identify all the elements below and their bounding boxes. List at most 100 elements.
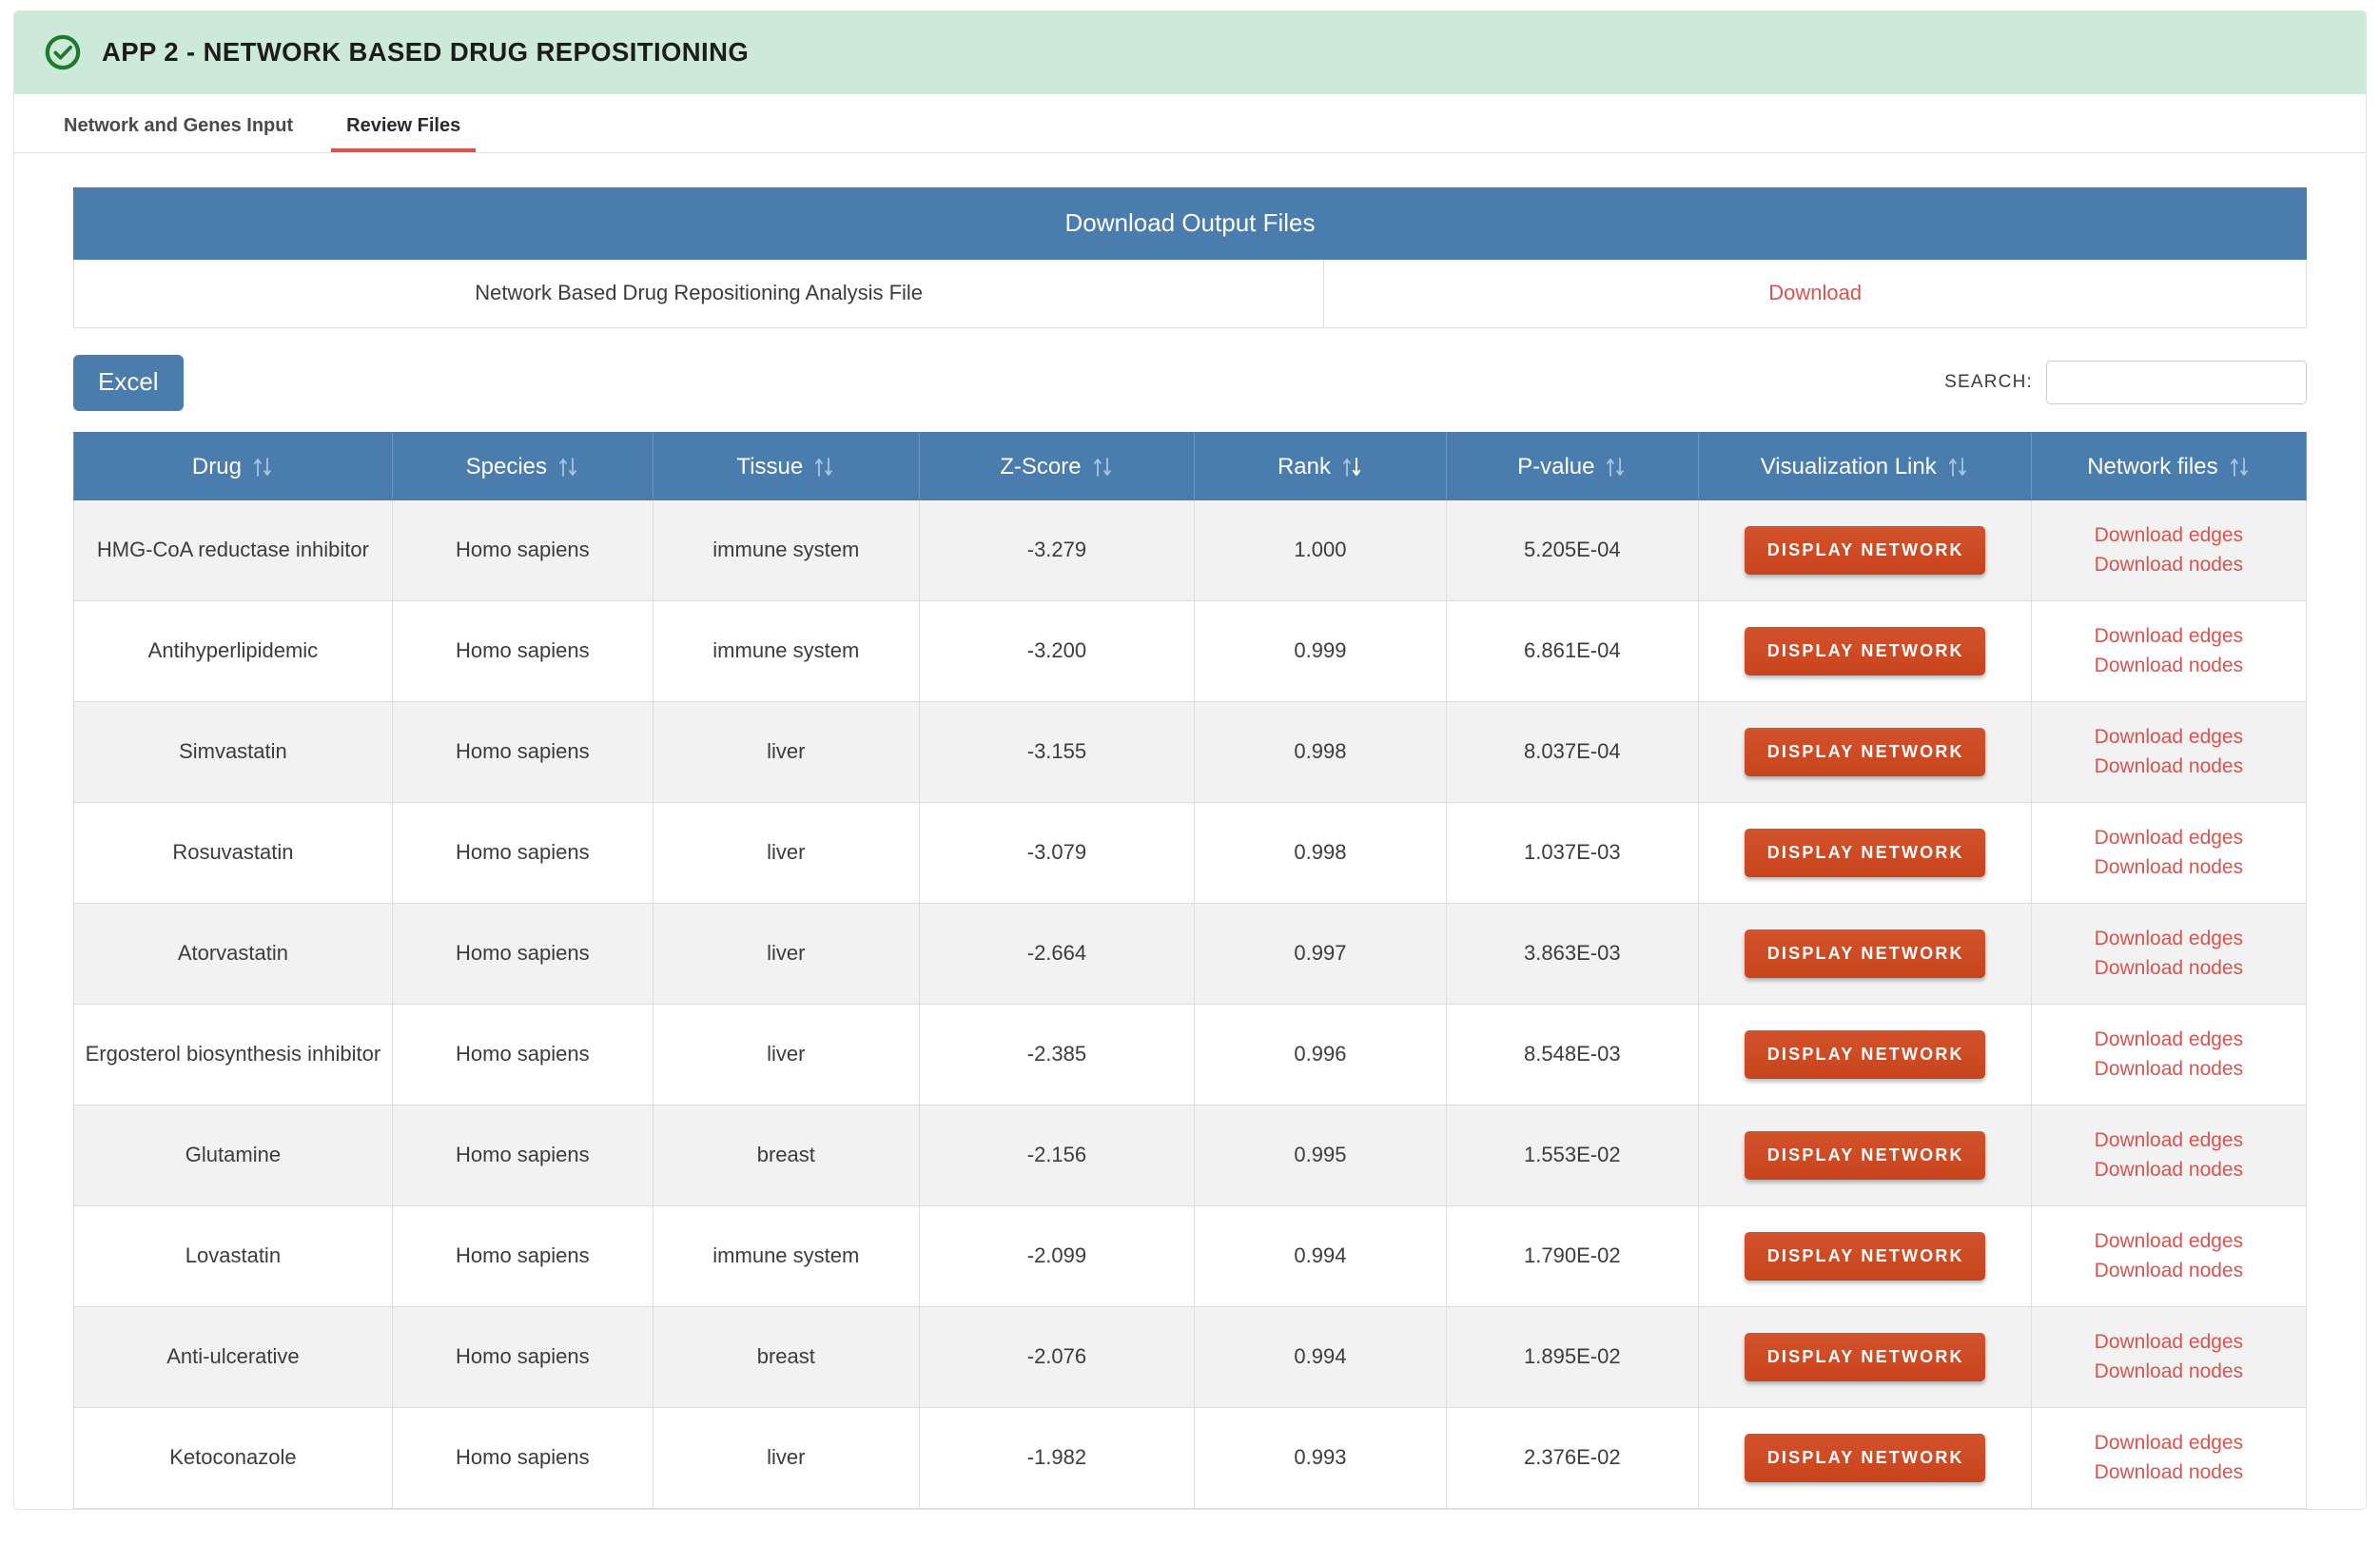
table-row: Glutamine Homo sapiens breast -2.156 0.995 1.… <box>73 1104 2308 1206</box>
download-nodes-link[interactable]: Download nodes <box>2095 551 2243 579</box>
app-header: APP 2 - NETWORK BASED DRUG REPOSITIONING <box>14 11 2366 94</box>
download-analysis-file-link[interactable]: Download <box>1768 281 1862 304</box>
page-title: APP 2 - NETWORK BASED DRUG REPOSITIONING <box>102 37 750 67</box>
tab-network-and-genes-input[interactable]: Network and Genes Input <box>49 116 308 152</box>
download-edges-link[interactable]: Download edges <box>2095 1429 2243 1457</box>
search-label: SEARCH: <box>1944 372 2033 393</box>
search-area: SEARCH: <box>1944 361 2307 405</box>
download-nodes-link[interactable]: Download nodes <box>2095 652 2243 680</box>
cell-network-files: Download edges Download nodes <box>2030 1406 2308 1509</box>
column-header-drug[interactable]: Drug <box>73 431 393 500</box>
table-header-row: Drug Species Tissue Z-Score Rank P-value… <box>73 431 2308 500</box>
display-network-button[interactable]: DISPLAY NETWORK <box>1744 1130 1985 1180</box>
cell-rank: 1.000 <box>1194 499 1447 601</box>
column-label: Species <box>465 453 548 479</box>
display-network-button[interactable]: DISPLAY NETWORK <box>1744 1332 1985 1381</box>
download-nodes-link[interactable]: Download nodes <box>2095 853 2243 882</box>
table-body: HMG-CoA reductase inhibitor Homo sapiens i… <box>73 499 2308 1509</box>
sort-both-icon <box>2228 454 2251 480</box>
table-row: Atorvastatin Homo sapiens liver -2.664 0.997… <box>73 902 2308 1005</box>
cell-zscore: -1.982 <box>918 1406 1196 1509</box>
download-edges-link[interactable]: Download edges <box>2095 723 2243 752</box>
display-network-button[interactable]: DISPLAY NETWORK <box>1744 525 1985 575</box>
cell-tissue: immune system <box>652 599 920 702</box>
cell-rank: 0.995 <box>1194 1104 1447 1206</box>
download-nodes-link[interactable]: Download nodes <box>2095 1156 2243 1184</box>
cell-visualization-link: DISPLAY NETWORK <box>1697 801 2032 904</box>
column-header-network-files[interactable]: Network files <box>2030 431 2308 500</box>
download-nodes-link[interactable]: Download nodes <box>2095 1458 2243 1487</box>
network-file-links: Download edges Download nodes <box>2041 723 2296 782</box>
table-row: Antihyperlipidemic Homo sapiens immune sys… <box>73 599 2308 702</box>
download-edges-link[interactable]: Download edges <box>2095 1126 2243 1155</box>
network-file-links: Download edges Download nodes <box>2041 1227 2296 1286</box>
network-file-links: Download edges Download nodes <box>2041 824 2296 883</box>
cell-tissue: breast <box>652 1305 920 1408</box>
download-edges-link[interactable]: Download edges <box>2095 925 2243 953</box>
column-header-tissue[interactable]: Tissue <box>652 431 920 500</box>
cell-tissue: liver <box>652 1003 920 1105</box>
column-header-z-score[interactable]: Z-Score <box>918 431 1196 500</box>
cell-species: Homo sapiens <box>391 700 654 803</box>
display-network-button[interactable]: DISPLAY NETWORK <box>1744 1433 1985 1482</box>
table-row: Rosuvastatin Homo sapiens liver -3.079 0.998… <box>73 801 2308 904</box>
display-network-button[interactable]: DISPLAY NETWORK <box>1744 1231 1985 1281</box>
network-file-links: Download edges Download nodes <box>2041 1328 2296 1387</box>
cell-species: Homo sapiens <box>391 1003 654 1105</box>
check-circle-icon <box>45 34 81 70</box>
column-header-rank[interactable]: Rank <box>1194 431 1447 500</box>
table-toolbar: Excel SEARCH: <box>73 355 2307 411</box>
download-nodes-link[interactable]: Download nodes <box>2095 1055 2243 1084</box>
table-row: Network Based Drug Repositioning Analysi… <box>72 259 2307 328</box>
cell-visualization-link: DISPLAY NETWORK <box>1697 1003 2032 1105</box>
cell-rank: 0.994 <box>1194 1204 1447 1307</box>
column-label: Network files <box>2087 453 2218 479</box>
column-label: Tissue <box>736 453 804 479</box>
sort-both-icon <box>812 454 835 480</box>
download-edges-link[interactable]: Download edges <box>2095 1328 2243 1357</box>
excel-export-button[interactable]: Excel <box>73 355 184 411</box>
sort-both-icon <box>1604 454 1627 480</box>
download-output-files-table: Download Output Files Network Based Drug… <box>72 187 2307 328</box>
download-edges-link[interactable]: Download edges <box>2095 622 2243 651</box>
column-label: Visualization Link <box>1760 453 1937 479</box>
column-header-p-value[interactable]: P-value <box>1445 431 1699 500</box>
search-input[interactable] <box>2046 361 2307 405</box>
cell-network-files: Download edges Download nodes <box>2030 1003 2308 1105</box>
cell-visualization-link: DISPLAY NETWORK <box>1697 902 2032 1005</box>
display-network-button[interactable]: DISPLAY NETWORK <box>1744 929 1985 978</box>
table-row: Lovastatin Homo sapiens immune system -2.09… <box>73 1204 2308 1307</box>
download-nodes-link[interactable]: Download nodes <box>2095 753 2243 781</box>
cell-network-files: Download edges Download nodes <box>2030 1305 2308 1408</box>
cell-tissue: liver <box>652 902 920 1005</box>
display-network-button[interactable]: DISPLAY NETWORK <box>1744 626 1985 675</box>
network-file-links: Download edges Download nodes <box>2041 1429 2296 1488</box>
download-edges-link[interactable]: Download edges <box>2095 1026 2243 1054</box>
download-nodes-link[interactable]: Download nodes <box>2095 1358 2243 1386</box>
column-header-visualization-link[interactable]: Visualization Link <box>1697 431 2032 500</box>
cell-zscore: -2.664 <box>918 902 1196 1005</box>
app-panel: APP 2 - NETWORK BASED DRUG REPOSITIONING… <box>13 10 2367 1510</box>
cell-tissue: immune system <box>652 499 920 601</box>
network-file-links: Download edges Download nodes <box>2041 521 2296 580</box>
download-nodes-link[interactable]: Download nodes <box>2095 954 2243 983</box>
cell-species: Homo sapiens <box>391 1104 654 1206</box>
display-network-button[interactable]: DISPLAY NETWORK <box>1744 1029 1985 1079</box>
column-label: Rank <box>1277 453 1331 479</box>
download-edges-link[interactable]: Download edges <box>2095 824 2243 852</box>
column-header-species[interactable]: Species <box>391 431 654 500</box>
download-edges-link[interactable]: Download edges <box>2095 1227 2243 1256</box>
tab-review-files[interactable]: Review Files <box>331 116 477 152</box>
cell-tissue: immune system <box>652 1204 920 1307</box>
display-network-button[interactable]: DISPLAY NETWORK <box>1744 727 1985 776</box>
display-network-button[interactable]: DISPLAY NETWORK <box>1744 828 1985 877</box>
cell-drug: Simvastatin <box>73 700 393 803</box>
download-edges-link[interactable]: Download edges <box>2095 521 2243 550</box>
cell-rank: 0.993 <box>1194 1406 1447 1509</box>
cell-network-files: Download edges Download nodes <box>2030 700 2308 803</box>
cell-visualization-link: DISPLAY NETWORK <box>1697 499 2032 601</box>
download-nodes-link[interactable]: Download nodes <box>2095 1257 2243 1285</box>
network-file-links: Download edges Download nodes <box>2041 925 2296 984</box>
cell-pvalue: 5.205E-04 <box>1445 499 1699 601</box>
tab-bar: Network and Genes Input Review Files <box>14 94 2366 153</box>
